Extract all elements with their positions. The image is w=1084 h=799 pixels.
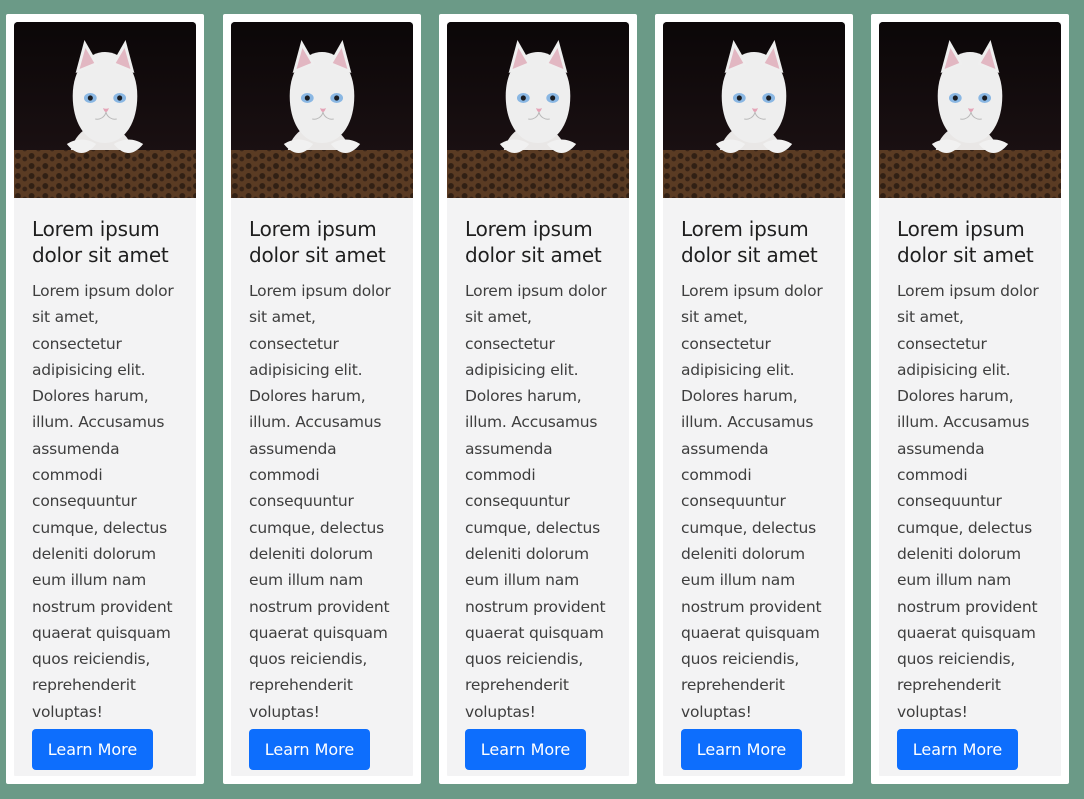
card-inner: Lorem ipsum dolor sit amet Lorem ipsum d… (14, 22, 196, 776)
kitten-photo (663, 22, 845, 198)
card-body: Lorem ipsum dolor sit amet Lorem ipsum d… (447, 198, 629, 725)
card-title: Lorem ipsum dolor sit amet (32, 217, 169, 267)
card-inner: Lorem ipsum dolor sit amet Lorem ipsum d… (231, 22, 413, 776)
card: Lorem ipsum dolor sit amet Lorem ipsum d… (6, 14, 204, 784)
card-body: Lorem ipsum dolor sit amet Lorem ipsum d… (14, 198, 196, 725)
kitten-image-svg (879, 22, 1061, 198)
kitten-photo (14, 22, 196, 198)
learn-more-button[interactable]: Learn More (32, 729, 153, 770)
card: Lorem ipsum dolor sit amet Lorem ipsum d… (439, 14, 637, 784)
card-text: Lorem ipsum dolor sit amet, consectetur … (465, 282, 607, 721)
card: Lorem ipsum dolor sit amet Lorem ipsum d… (871, 14, 1069, 784)
kitten-image-svg (663, 22, 845, 198)
card-inner: Lorem ipsum dolor sit amet Lorem ipsum d… (879, 22, 1061, 776)
card-inner: Lorem ipsum dolor sit amet Lorem ipsum d… (663, 22, 845, 776)
kitten-photo (879, 22, 1061, 198)
card-body: Lorem ipsum dolor sit amet Lorem ipsum d… (663, 198, 845, 725)
card-title: Lorem ipsum dolor sit amet (249, 217, 386, 267)
kitten-image-svg (447, 22, 629, 198)
card-title: Lorem ipsum dolor sit amet (465, 217, 602, 267)
card-title: Lorem ipsum dolor sit amet (681, 217, 818, 267)
card-inner: Lorem ipsum dolor sit amet Lorem ipsum d… (447, 22, 629, 776)
card: Lorem ipsum dolor sit amet Lorem ipsum d… (655, 14, 853, 784)
card-grid: Lorem ipsum dolor sit amet Lorem ipsum d… (0, 0, 1084, 799)
learn-more-button[interactable]: Learn More (465, 729, 586, 770)
card-text: Lorem ipsum dolor sit amet, consectetur … (897, 282, 1039, 721)
learn-more-button[interactable]: Learn More (681, 729, 802, 770)
card-title: Lorem ipsum dolor sit amet (897, 217, 1034, 267)
card-text: Lorem ipsum dolor sit amet, consectetur … (32, 282, 174, 721)
card: Lorem ipsum dolor sit amet Lorem ipsum d… (223, 14, 421, 784)
card-text: Lorem ipsum dolor sit amet, consectetur … (681, 282, 823, 721)
card-body: Lorem ipsum dolor sit amet Lorem ipsum d… (879, 198, 1061, 725)
card-body: Lorem ipsum dolor sit amet Lorem ipsum d… (231, 198, 413, 725)
kitten-photo (447, 22, 629, 198)
kitten-image-svg (14, 22, 196, 198)
kitten-image-svg (231, 22, 413, 198)
learn-more-button[interactable]: Learn More (249, 729, 370, 770)
kitten-photo (231, 22, 413, 198)
card-text: Lorem ipsum dolor sit amet, consectetur … (249, 282, 391, 721)
learn-more-button[interactable]: Learn More (897, 729, 1018, 770)
